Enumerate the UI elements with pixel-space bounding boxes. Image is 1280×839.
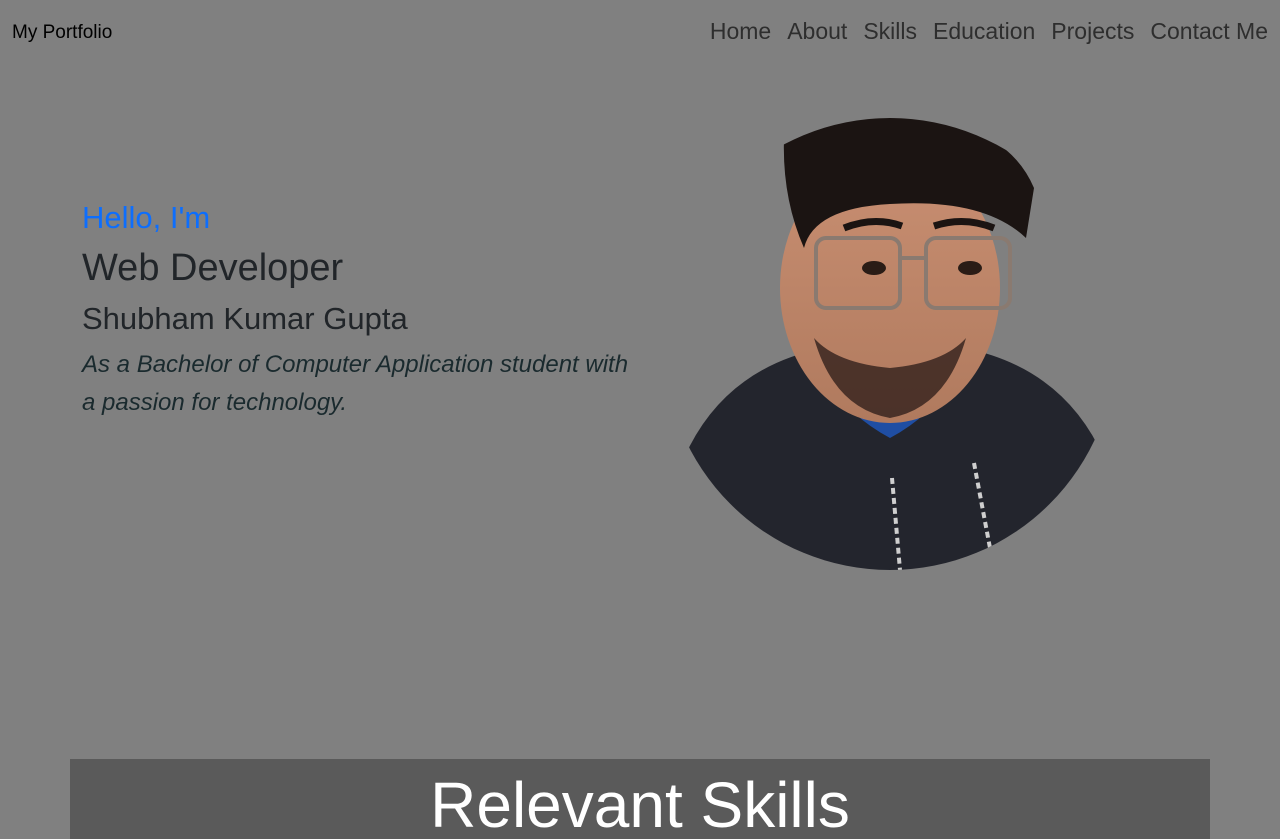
nav-link-about[interactable]: About xyxy=(787,18,847,45)
profile-photo xyxy=(664,118,1116,570)
skills-section-title: Relevant Skills xyxy=(430,769,850,839)
skills-section-banner: Relevant Skills xyxy=(70,759,1210,839)
hero-name: Shubham Kumar Gupta xyxy=(82,301,408,336)
nav-links: Home About Skills Education Projects Con… xyxy=(710,18,1268,45)
hero-intro: Hello, I'm Web Developer Shubham Kumar G… xyxy=(82,196,642,422)
navbar: My Portfolio Home About Skills Education… xyxy=(0,0,1280,68)
nav-link-skills[interactable]: Skills xyxy=(863,18,917,45)
profile-photo-illustration xyxy=(664,118,1116,570)
hero-greeting: Hello, I'm xyxy=(82,200,211,235)
nav-link-contact[interactable]: Contact Me xyxy=(1150,18,1268,45)
hero-role: Web Developer xyxy=(82,247,344,289)
hero-tagline: As a Bachelor of Computer Application st… xyxy=(82,351,629,416)
nav-link-home[interactable]: Home xyxy=(710,18,771,45)
brand-link[interactable]: My Portfolio xyxy=(12,22,112,44)
nav-link-projects[interactable]: Projects xyxy=(1051,18,1134,45)
nav-link-education[interactable]: Education xyxy=(933,18,1035,45)
